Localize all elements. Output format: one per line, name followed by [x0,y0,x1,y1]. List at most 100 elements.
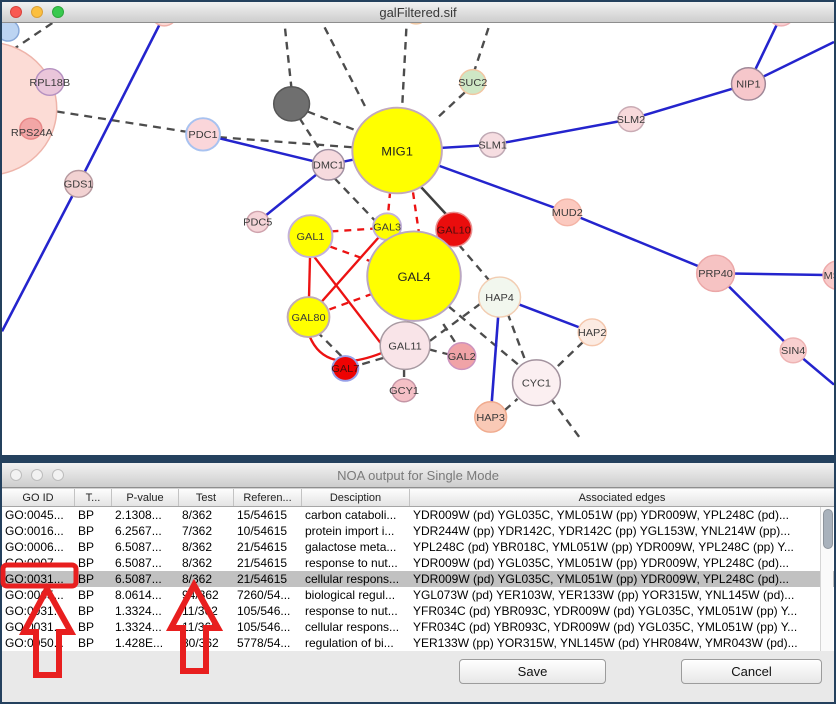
cancel-button[interactable]: Cancel [681,659,822,684]
node-GAL80[interactable]: GAL80 [288,297,330,337]
cell-p-value: 2.1308... [112,507,179,523]
node-label: CYC1 [522,378,551,390]
table-scrollbar[interactable] [820,507,833,651]
node-label: MSL1 [824,270,834,282]
node-GAL4[interactable]: GAL4 [367,231,461,320]
cell-associated-edges: YFR034C (pd) YBR093C, YDR009W (pd) YGL03… [410,619,834,635]
node-partial-top-left[interactable] [2,23,19,41]
cell-p-value: 6.5087... [112,539,179,555]
node-HAP3[interactable]: HAP3 [475,402,507,432]
cell-go-id: GO:0031... [2,603,75,619]
node-partial-left[interactable] [2,42,57,175]
node-CYC1[interactable]: CYC1 [513,360,561,406]
column-header-associated-edges[interactable]: Associated edges [410,489,834,506]
zoom-button[interactable] [52,6,64,18]
node-label: PDC5 [243,217,272,229]
node-SLM2[interactable]: SLM2 [617,107,646,132]
column-header-go-id[interactable]: GO ID [2,489,75,506]
node-GAL7[interactable]: GAL7 [331,356,359,381]
cell-p-value: 6.5087... [112,571,179,587]
node-MSL1[interactable]: MSL1 [823,261,834,290]
table-row[interactable]: GO:0016... BP 6.2567... 7/362 10/54615 p… [2,523,834,539]
cell-type: BP [75,603,112,619]
scrollbar-thumb[interactable] [823,509,833,549]
cell-description: carbon cataboli... [302,507,410,523]
node-label: NIP1 [736,79,760,91]
node-GCY1[interactable]: GCY1 [389,379,419,402]
node-label: HAP2 [578,327,607,339]
node-label: PRP40 [698,268,733,280]
cell-reference: 10/54615 [234,523,302,539]
table-row[interactable]: GO:0065... BP 8.0614... 94/362 7260/54..… [2,587,834,603]
minimize-button[interactable] [31,469,43,481]
node-MIG1[interactable]: MIG1 [352,108,442,194]
column-header-description[interactable]: Desciption [302,489,410,506]
cell-p-value: 1.3324... [112,603,179,619]
node-label: GDS1 [64,179,94,191]
cell-type: BP [75,523,112,539]
cell-p-value: 1.3324... [112,619,179,635]
node-unlabeled-gray[interactable] [274,87,310,121]
network-window-title: galFiltered.sif [379,5,456,20]
cell-go-id: GO:0065... [2,587,75,603]
node-label: MUD2 [552,207,583,219]
node-SLM1[interactable]: SLM1 [478,132,507,157]
node-GAL2[interactable]: GAL2 [448,343,476,370]
node-GAL11[interactable]: GAL11 [380,322,430,370]
table-row[interactable]: GO:0031... BP 1.3324... 11/362 105/546..… [2,619,834,635]
cell-go-id: GO:0007... [2,555,75,571]
table-body: GO:0045... BP 2.1308... 8/362 15/54615 c… [2,507,834,651]
node-label: SUC2 [458,77,487,89]
save-button[interactable]: Save [459,659,606,684]
column-header-type[interactable]: T... [75,489,112,506]
cell-associated-edges: YFR034C (pd) YBR093C, YDR009W (pd) YGL03… [410,603,834,619]
node-SUC2[interactable]: SUC2 [458,70,487,95]
column-header-reference[interactable]: Referen... [234,489,302,506]
node-GDS1[interactable]: GDS1 [64,171,94,198]
cell-associated-edges: YER133W (pp) YOR315W, YNL145W (pd) YHR08… [410,635,834,651]
cell-type: BP [75,587,112,603]
table-row[interactable]: GO:0050... BP 1.428E... 80/362 5778/54..… [2,635,834,651]
noa-titlebar[interactable]: NOA output for Single Mode [2,463,834,488]
cell-type: BP [75,619,112,635]
cell-reference: 21/54615 [234,571,302,587]
minimize-button[interactable] [31,6,43,18]
network-titlebar[interactable]: galFiltered.sif [2,2,834,23]
cell-description: cellular respons... [302,571,410,587]
node-NIP1[interactable]: NIP1 [731,68,765,100]
cell-associated-edges: YDR009W (pd) YGL035C, YML051W (pp) YDR00… [410,555,834,571]
table-row[interactable]: GO:0007... BP 6.5087... 8/362 21/54615 r… [2,555,834,571]
cell-reference: 15/54615 [234,507,302,523]
cell-go-id: GO:0031... [2,571,75,587]
node-label: HAP4 [485,292,514,304]
node-label: RPL18B [29,77,70,89]
node-partial-top[interactable] [151,23,177,26]
zoom-button[interactable] [52,469,64,481]
node-PRP40[interactable]: PRP40 [697,255,735,291]
node-HAP2[interactable]: HAP2 [578,319,607,346]
close-button[interactable] [10,469,22,481]
table-row[interactable]: GO:0031... BP 1.3324... 11/362 105/546..… [2,603,834,619]
network-canvas[interactable]: RPL18B RPS24A GDS1 PDC1 PDC5 DMC1 MIG1 [2,23,834,456]
table-row[interactable]: GO:0031... BP 6.5087... 8/362 21/54615 c… [2,571,834,587]
node-SIN4[interactable]: SIN4 [780,338,806,363]
table-row[interactable]: GO:0045... BP 2.1308... 8/362 15/54615 c… [2,507,834,523]
node-PDC1[interactable]: PDC1 [186,118,220,150]
close-button[interactable] [10,6,22,18]
node-GAL1[interactable]: GAL1 [289,215,333,257]
cell-type: BP [75,555,112,571]
node-HAP4[interactable]: HAP4 [479,277,521,317]
node-label: HAP3 [476,412,505,424]
node-partial-top-green[interactable] [405,23,427,24]
node-label: MIG1 [381,145,413,159]
table-row[interactable]: GO:0006... BP 6.5087... 8/362 21/54615 g… [2,539,834,555]
cell-go-id: GO:0050... [2,635,75,651]
node-MUD2[interactable]: MUD2 [552,199,583,226]
column-header-p-value[interactable]: P-value [112,489,179,506]
node-DMC1[interactable]: DMC1 [313,150,345,180]
node-label: GAL80 [291,312,325,324]
column-header-test[interactable]: Test [179,489,234,506]
node-label: GAL10 [437,225,471,237]
node-partial-top-right[interactable] [768,23,794,26]
node-label: PDC1 [188,129,217,141]
